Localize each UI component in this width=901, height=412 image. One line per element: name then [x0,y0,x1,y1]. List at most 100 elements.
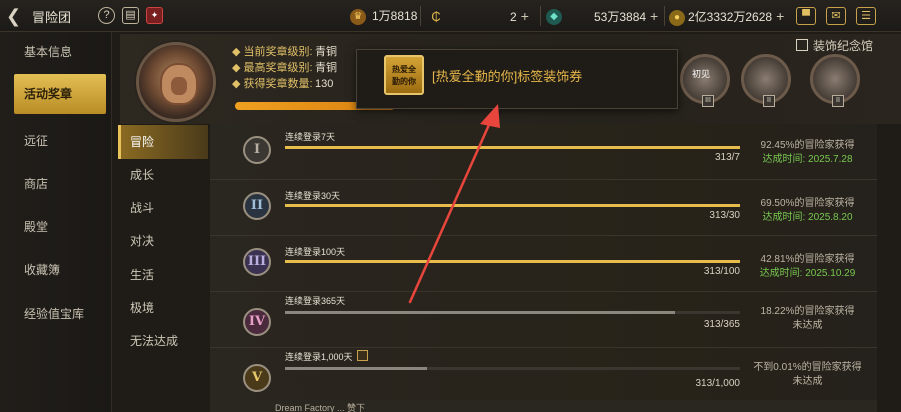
achievement-name: 连续登录30天 [285,191,341,201]
category-growth[interactable]: 成长 [118,158,208,192]
coin-c-icon: ₵ [431,8,441,24]
guild-icon[interactable]: ✦ [146,7,163,24]
category-battle[interactable]: 战斗 [118,191,208,225]
achievement-progress-bar [285,367,740,370]
page-title: 冒险团 [32,10,72,25]
rank-badge-i-icon: I [243,136,271,164]
nav-exp-vault[interactable]: 经验值宝库 [0,294,112,334]
achievement-name: 连续登录100天 [285,247,346,257]
partial-row-text: Dream Factory ... 赞下 [275,403,366,412]
achievement-name: 连续登录365天 [285,296,346,306]
achievement-percent: 不到0.01%的冒险家获得 [753,362,862,373]
medal-slot-2[interactable]: II [741,54,791,107]
resource-trophy: ♛ 1万8818 [350,6,417,26]
resource-gem: ◆ [546,6,568,26]
achievement-row[interactable]: I 连续登录7天 313/7 92.45%的冒险家获得 达成时间: 2025.7… [210,124,877,180]
nav-shop[interactable]: 商店 [0,164,112,204]
medal-count-label: 获得奖章数量: [243,78,313,90]
gold-value: 2亿3332万2628 [688,10,773,24]
decoration-hall-link[interactable]: 装饰纪念馆 [796,37,873,54]
achievement-name: 连续登录7天 [285,132,336,142]
medal-2-rank: II [763,95,775,107]
decoration-ticket-icon: 热爱全 勤的你 [384,55,424,95]
achievement-row[interactable]: II 连续登录30天 313/30 69.50%的冒险家获得 达成时间: 202… [210,180,877,236]
achievement-name-text: 连续登录1,000天 [285,352,353,362]
medal-3-rank: II [832,95,844,107]
lion-emblem-icon [136,42,216,122]
resource-coin: ₵ [428,6,450,26]
achievement-percent: 69.50%的冒险家获得 [760,198,855,209]
resource-gem-value: 53万3884 + [594,6,658,26]
achievement-progress-bar [285,204,740,207]
coin-plus-button[interactable]: + [521,8,529,24]
current-rank-value: 青铜 [315,46,337,58]
gold-icon: ● [669,9,685,26]
medal-slot-1[interactable]: 初见 III [680,54,730,107]
category-life[interactable]: 生活 [118,258,208,292]
achievement-progress: 313/30 [709,210,740,221]
category-adventure[interactable]: 冒险 [118,125,208,159]
rank-badge-iv-icon: IV [243,308,271,336]
achievement-date: 达成时间: 2025.8.20 [762,212,853,223]
category-nav: 冒险 成长 战斗 对决 生活 极境 无法达成 [118,123,208,412]
help-icon[interactable]: ? [98,7,115,24]
left-nav: 基本信息 活动奖章 远征 商店 殿堂 收藏簿 经验值宝库 [0,32,112,412]
category-unachievable[interactable]: 无法达成 [118,324,208,358]
achievement-row[interactable]: V 连续登录1,000天 313/1,000 不到0.01%的冒险家获得 未达成 [210,348,877,404]
coin-value: 2 [510,10,517,24]
edit-icon [796,39,808,51]
reward-name: [热爱全勤的你]标签装饰券 [432,69,583,84]
nav-hall[interactable]: 殿堂 [0,207,112,247]
medal-info: ◆ 当前奖章级别: 青铜 ◆ 最高奖章级别: 青铜 ◆ 获得奖章数量: 130 [232,46,337,90]
achievement-progress: 313/100 [703,266,740,277]
rank-badge-iii-icon: III [243,248,271,276]
achievement-progress-bar [285,311,740,314]
lock-icon [356,350,368,361]
achievement-percent: 42.81%的冒险家获得 [760,254,855,265]
menu-icon[interactable]: ☰ [856,7,876,25]
current-rank-label: 当前奖章级别: [243,46,313,58]
nav-basic-info[interactable]: 基本信息 [0,32,112,72]
reward-tooltip: 热爱全 勤的你 [热爱全勤的你]标签装饰券 [356,49,678,109]
gold-plus-button[interactable]: + [776,8,784,24]
trophy-value: 1万8818 [372,9,418,23]
nav-collection[interactable]: 收藏簿 [0,250,112,290]
medal-1-label: 初见 [692,69,711,79]
highest-rank-value: 青铜 [315,62,337,74]
resource-gold: ● 2亿3332万2628 + [669,6,784,26]
nav-expedition[interactable]: 远征 [0,121,112,161]
medal-1-rank: III [702,95,714,107]
achievement-date: 达成时间: 2025.10.29 [759,268,856,279]
decoration-hall-label: 装饰纪念馆 [813,39,874,53]
achievement-row-partial[interactable]: Dream Factory ... 赞下 [210,400,877,412]
achievement-percent: 92.45%的冒险家获得 [760,140,855,151]
mail-icon[interactable]: ✉ [826,7,846,25]
back-arrow-icon[interactable]: ❮ [6,6,26,26]
category-extreme[interactable]: 极境 [118,291,208,325]
ticket-line-2: 勤的你 [392,77,416,86]
achievement-progress: 313/1,000 [695,378,741,389]
top-bar: ❮ 冒险团 ? ▤ ✦ ♛ 1万8818 ₵ 2 + ◆ 53万3884 + ● 2亿3… [0,0,901,32]
achievement-list: I 连续登录7天 313/7 92.45%的冒险家获得 达成时间: 2025.7… [210,124,877,412]
medal-slot-3[interactable]: II [810,54,860,107]
achievement-date: 达成时间: 2025.7.28 [762,154,853,165]
achievement-date: 未达成 [792,376,823,387]
trophy-icon: ♛ [350,8,366,25]
achievement-row[interactable]: III 连续登录100天 313/100 42.81%的冒险家获得 达成时间: … [210,236,877,292]
ticket-line-1: 热爱全 [392,65,416,74]
book-icon[interactable]: ▤ [122,7,139,24]
rank-badge-v-icon: V [243,364,271,392]
gem-plus-button[interactable]: + [650,8,658,24]
gem-icon: ◆ [546,8,562,25]
rank-badge-ii-icon: II [243,192,271,220]
achievement-date: 未达成 [792,320,823,331]
category-duel[interactable]: 对决 [118,224,208,258]
achievement-percent: 18.22%的冒险家获得 [760,306,855,317]
medal-count-value: 130 [315,78,334,90]
achievement-progress: 313/365 [703,319,740,330]
highest-rank-label: 最高奖章级别: [243,62,313,74]
achievement-row[interactable]: IV 连续登录365天 313/365 18.22%的冒险家获得 未达成 [210,292,877,348]
treasure-icon[interactable]: ▀ [796,7,816,25]
nav-activity-medal[interactable]: 活动奖章 [14,74,106,114]
achievement-progress-bar [285,260,740,263]
